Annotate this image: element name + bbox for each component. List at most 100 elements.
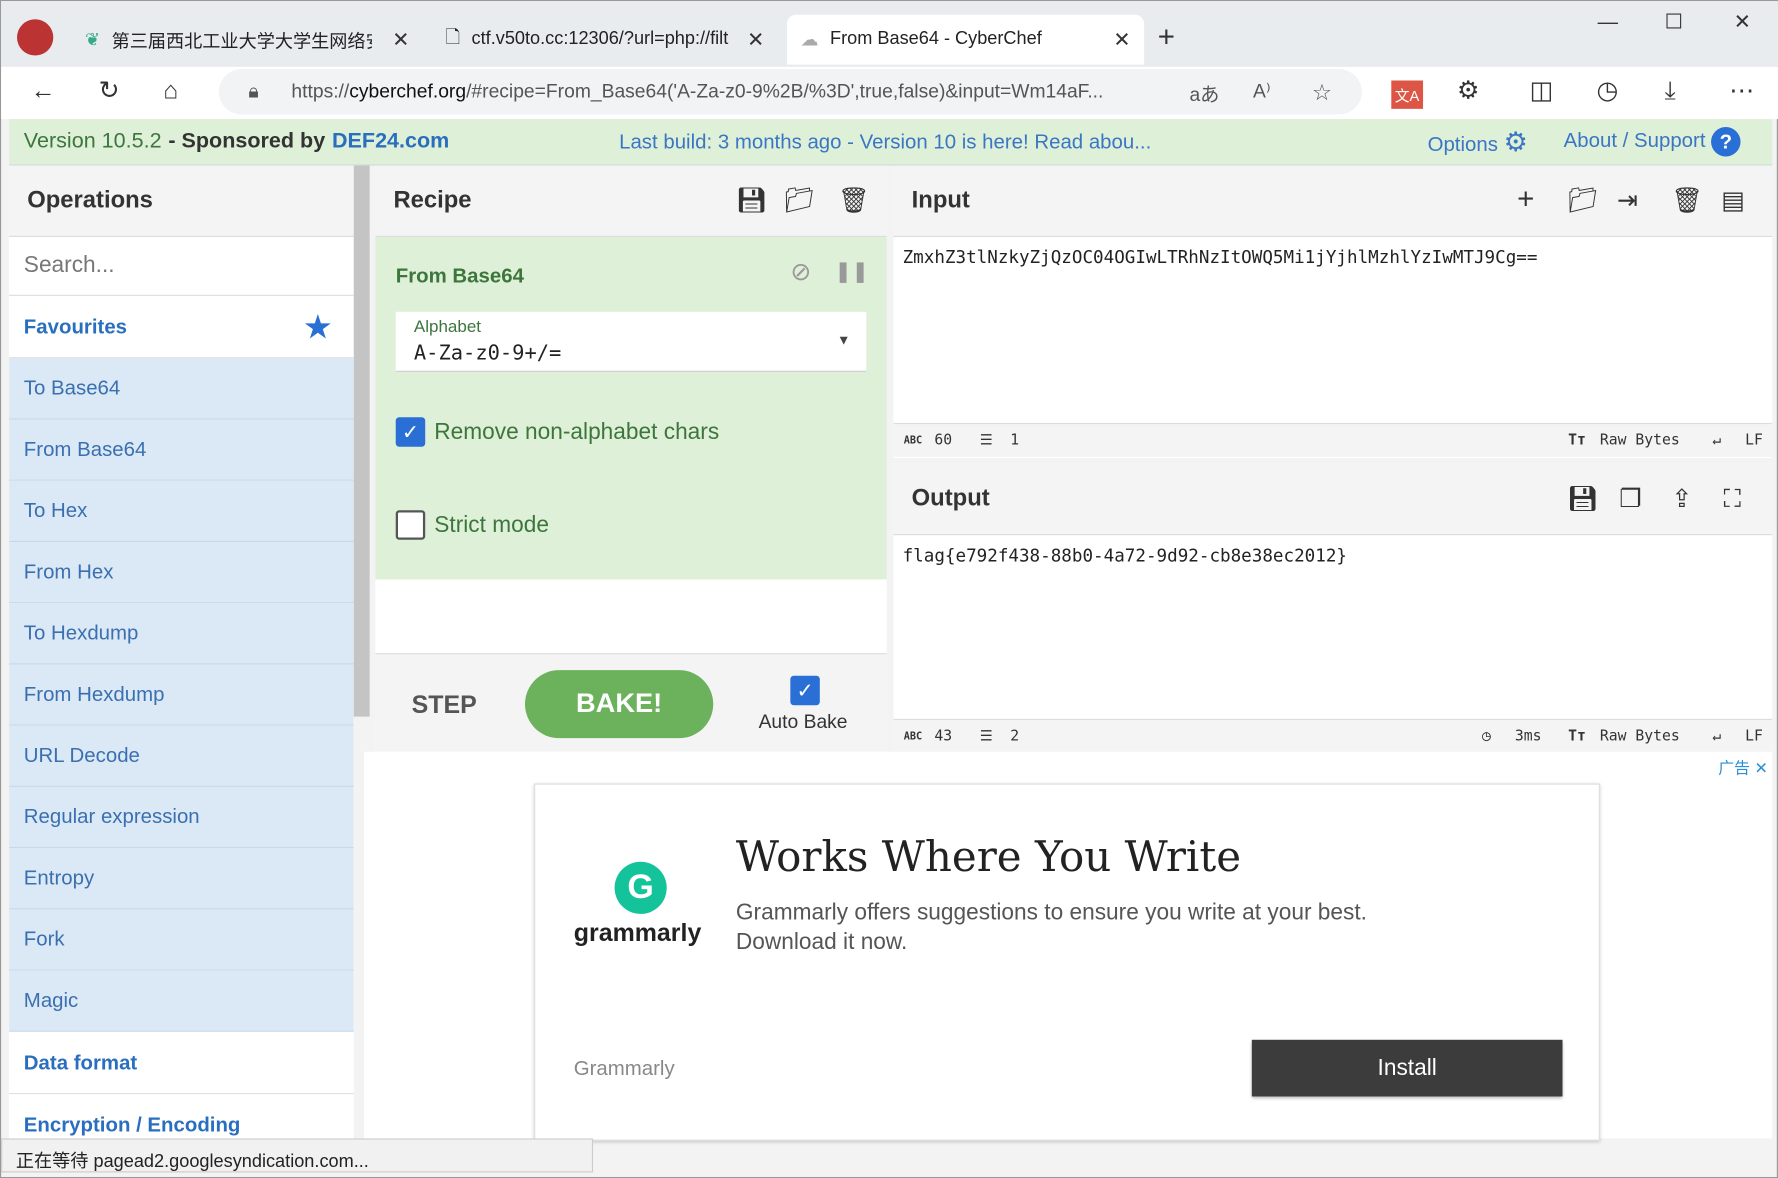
font-icon: Tт (1568, 727, 1586, 745)
output-text[interactable]: flag{e792f438-88b0-4a72-9d92-cb8e38ec201… (903, 545, 1347, 565)
disable-icon[interactable]: ⊘ (790, 257, 811, 286)
clear-input-icon[interactable]: 🗑︎ (1671, 186, 1703, 215)
copy-output-icon[interactable]: ❐ (1619, 484, 1641, 513)
layout-icon[interactable]: ▤ (1721, 186, 1745, 215)
category-favourites[interactable]: Favourites ★ (9, 295, 354, 359)
gear-icon: ⚙ (1503, 126, 1529, 158)
operation-item[interactable]: To Base64 (9, 358, 354, 420)
lines-icon: ☰ (979, 432, 993, 450)
operation-item[interactable]: Magic (9, 970, 354, 1032)
operation-item[interactable]: Entropy (9, 848, 354, 910)
operation-item[interactable]: To Hex (9, 480, 354, 543)
ad-advertiser: Grammarly (573, 1056, 675, 1080)
auto-bake-checkbox[interactable]: ✓ (790, 675, 820, 706)
about-button[interactable]: About / Support ? (1564, 126, 1741, 157)
chef-hat-icon: ☁ (800, 30, 819, 50)
profile-avatar[interactable] (17, 19, 54, 56)
options-button[interactable]: Options ⚙ (1428, 125, 1528, 158)
load-recipe-icon[interactable]: 📁︎ (784, 186, 816, 215)
nav-bar: ← ↻ ⌂ 🔒︎ https://cyberchef.org/#recipe=F… (1, 66, 1778, 120)
bake-button[interactable]: BAKE! (524, 670, 714, 739)
operation-item[interactable]: To Hexdump (9, 603, 354, 665)
operation-item[interactable]: URL Decode (9, 725, 354, 787)
eol-icon: ↵ (1712, 432, 1722, 450)
favorite-star-icon[interactable]: ☆ (1312, 78, 1332, 106)
star-icon: ★ (304, 308, 332, 344)
close-window-icon[interactable]: ✕ (1734, 10, 1751, 34)
save-recipe-icon[interactable]: 💾︎ (736, 186, 768, 215)
close-tab-icon[interactable]: ✕ (392, 28, 409, 52)
alphabet-select[interactable]: Alphabet A-Za-z0-9+/= ▼ (395, 311, 867, 372)
maximize-output-icon[interactable]: ⛶ (1724, 484, 1741, 513)
maximize-icon[interactable]: ☐ (1665, 10, 1683, 34)
category-encryption[interactable]: Encryption / Encoding (9, 1094, 354, 1139)
last-build-link[interactable]: Last build: 3 months ago - Version 10 is… (619, 130, 1151, 154)
save-output-icon[interactable]: 💾︎ (1567, 484, 1599, 513)
history-icon[interactable]: ◷ (1597, 76, 1619, 105)
output-status-bar: ABC 43 ☰ 2 ◷ 3ms Tт Raw Bytes ↵ LF (893, 718, 1773, 753)
output-encoding[interactable]: Raw Bytes (1600, 728, 1680, 745)
operation-from-base64: From Base64 ⊘ ❚❚ Alphabet A-Za-z0-9+/= ▼… (375, 236, 887, 580)
operations-panel: Operations Search... Favourites ★ To Base… (9, 165, 354, 1139)
tab-bar: ❦ 第三届西北工业大学大学生网络安 ✕ 🗋 ctf.v50to.cc:12306/?u… (1, 1, 1778, 67)
operation-item[interactable]: Regular expression (9, 786, 354, 849)
operations-title: Operations (9, 165, 354, 237)
install-button[interactable]: Install (1251, 1039, 1563, 1097)
translate-extension-icon[interactable]: 文A (1391, 80, 1423, 109)
ad-label[interactable]: 广告 ✕ (1718, 756, 1767, 779)
tab-2[interactable]: 🗋 ctf.v50to.cc:12306/?url=php://filt ✕ (432, 15, 778, 65)
tab-cyberchef[interactable]: ☁ From Base64 - CyberChef ✕ (786, 14, 1145, 65)
ad-card[interactable]: G grammarly Works Where You Write Gramma… (534, 783, 1600, 1141)
close-tab-icon[interactable]: ✕ (747, 28, 764, 52)
immersive-reader-icon[interactable]: A⁾ (1253, 81, 1271, 104)
open-file-icon[interactable]: ⇥ (1617, 186, 1638, 215)
search-input[interactable]: Search... (9, 237, 354, 296)
sponsor-link[interactable]: DEF24.com (332, 129, 449, 154)
output-panel: Output 💾︎ ❐ ⇪ ⛶ flag{e792f438-88b0-4a72-… (893, 463, 1773, 753)
dropdown-arrow-icon: ▼ (836, 332, 851, 349)
pause-icon[interactable]: ❚❚ (835, 260, 869, 284)
home-icon[interactable]: ⌂ (163, 76, 178, 105)
operation-item[interactable]: From Base64 (9, 419, 354, 481)
replace-input-icon[interactable]: ⇪ (1671, 484, 1692, 513)
input-encoding[interactable]: Raw Bytes (1600, 432, 1680, 449)
page-icon: ❦ (85, 30, 101, 50)
bake-controls: STEP BAKE! ✓ Auto Bake (375, 653, 887, 752)
back-icon[interactable]: ← (31, 76, 56, 105)
download-icon[interactable]: ⤓ (1665, 76, 1676, 105)
chars-icon: ABC (903, 435, 923, 447)
advertisement: 广告 ✕ G grammarly Works Where You Write G… (363, 751, 1773, 1141)
grammarly-logo-icon: G (614, 861, 667, 914)
step-button[interactable]: STEP (412, 691, 477, 720)
more-icon[interactable]: ⋯ (1729, 76, 1754, 105)
category-data-format[interactable]: Data format (9, 1031, 354, 1095)
minimize-icon[interactable]: — (1598, 10, 1618, 34)
tab-1[interactable]: ❦ 第三届西北工业大学大学生网络安 ✕ (71, 15, 423, 65)
extensions-icon[interactable]: ⚙ (1457, 76, 1479, 105)
help-icon: ? (1711, 126, 1741, 157)
split-screen-icon[interactable]: ◫ (1530, 76, 1554, 105)
ad-body: Grammarly offers suggestions to ensure y… (735, 900, 1367, 955)
read-aloud-icon[interactable]: aあ (1189, 78, 1219, 106)
clock-icon: ◷ (1482, 727, 1491, 745)
close-tab-icon[interactable]: ✕ (1113, 28, 1130, 52)
ad-headline[interactable]: Works Where You Write (736, 832, 1241, 881)
input-status-bar: ABC 60 ☰ 1 Tт Raw Bytes ↵ LF (893, 422, 1773, 457)
operation-item[interactable]: Fork (9, 909, 354, 971)
clear-recipe-icon[interactable]: 🗑︎ (838, 186, 870, 215)
output-eol[interactable]: LF (1745, 728, 1763, 745)
strict-mode-checkbox[interactable] (395, 510, 426, 540)
refresh-icon[interactable]: ↻ (99, 76, 120, 105)
operation-item[interactable]: From Hexdump (9, 664, 354, 726)
add-tab-icon[interactable]: + (1517, 181, 1534, 216)
input-textarea[interactable]: ZmxhZ3tlNzkyZjQzOC04OGIwLTRhNzItOWQ5Mi1j… (903, 247, 1538, 267)
page-icon: 🗋 (445, 27, 461, 48)
input-panel: Input + 📁︎ ⇥ 🗑︎ ▤ ZmxhZ3tlNzkyZjQzOC04OG… (893, 165, 1773, 459)
open-folder-icon[interactable]: 📁︎ (1567, 186, 1599, 215)
input-eol[interactable]: LF (1745, 432, 1763, 449)
new-tab-icon[interactable]: + (1158, 19, 1175, 54)
operation-item[interactable]: From Hex (9, 542, 354, 604)
operations-scrollbar[interactable] (353, 165, 370, 717)
remove-nonalpha-checkbox[interactable]: ✓ (395, 417, 426, 447)
address-bar[interactable]: 🔒︎ https://cyberchef.org/#recipe=From_Ba… (218, 69, 1362, 115)
